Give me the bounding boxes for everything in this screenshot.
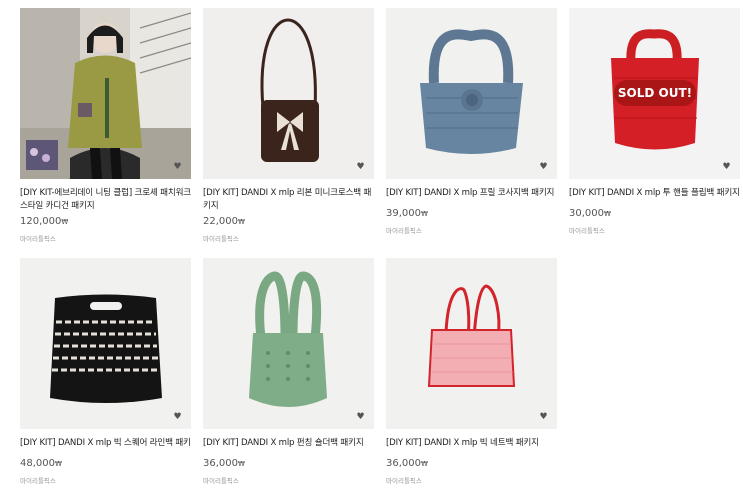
price-value: 48,000 [20,458,55,469]
product-image[interactable]: ♥ [20,258,191,429]
product-image[interactable]: ♥ [203,258,374,429]
product-card[interactable]: ♥ [DIY KIT] DANDI X mlp 빅 네트백 패키지 36,000… [386,258,557,493]
currency-symbol: ₩ [55,460,62,468]
product-card[interactable]: SOLD OUT! ♥ [DIY KIT] DANDI X mlp 투 핸들 플… [569,8,740,243]
currency-symbol: ₩ [421,460,428,468]
product-price: 120,000₩ [20,216,191,230]
price-value: 120,000 [20,216,62,227]
heart-icon[interactable]: ♥ [173,163,182,172]
product-image[interactable]: SOLD OUT! ♥ [569,8,740,179]
product-title[interactable]: [DIY KIT] DANDI X mlp 펀칭 숄더백 패키지 [203,437,374,450]
seller-name[interactable]: 마이리틀픽스 [569,225,740,235]
price-value: 39,000 [386,208,421,219]
product-price: 22,000₩ [203,216,374,230]
price-value: 36,000 [386,458,421,469]
price-value: 36,000 [203,458,238,469]
currency-symbol: ₩ [421,210,428,218]
product-title[interactable]: [DIY KIT] DANDI X mlp 투 핸들 플립백 패키지 [569,187,740,200]
heart-icon[interactable]: ♥ [356,163,365,172]
seller-name[interactable]: 마이리틀픽스 [386,475,557,485]
seller-name[interactable]: 마이리틀픽스 [203,233,374,243]
product-image[interactable]: ♥ [20,8,191,179]
heart-icon[interactable]: ♥ [539,413,548,422]
product-price: 36,000₩ [386,458,557,472]
product-price: 30,000₩ [569,208,740,222]
bag-illustration [386,8,557,179]
product-image[interactable]: ♥ [203,8,374,179]
product-title[interactable]: [DIY KIT] DANDI X mlp 프릴 코사지백 패키지 [386,187,557,200]
price-value: 22,000 [203,216,238,227]
currency-symbol: ₩ [61,218,69,226]
currency-symbol: ₩ [238,460,245,468]
product-title[interactable]: [DIY KIT] DANDI X mlp 빅 스퀘어 라인백 패키지 [20,437,191,450]
heart-icon[interactable]: ♥ [173,413,182,422]
heart-icon[interactable]: ♥ [539,163,548,172]
seller-name[interactable]: 마이리틀픽스 [20,233,191,243]
bag-illustration [203,258,374,429]
product-card[interactable]: ♥ [DIY KIT] DANDI X mlp 리본 미니크로스백 패키지 22… [203,8,374,243]
heart-icon[interactable]: ♥ [722,163,731,172]
product-image[interactable]: ♥ [386,258,557,429]
seller-name[interactable]: 마이리틀픽스 [386,225,557,235]
seller-name[interactable]: 마이리틀픽스 [20,475,191,485]
price-value: 30,000 [569,208,604,219]
product-price: 39,000₩ [386,208,557,222]
currency-symbol: ₩ [604,210,611,218]
currency-symbol: ₩ [238,218,245,226]
bag-illustration [20,258,191,429]
product-title[interactable]: [DIY KIT-에브리데이 니팅 클럽] 크로셰 패치워크 스타일 카디건 패… [20,187,191,213]
product-image[interactable]: ♥ [386,8,557,179]
product-card[interactable]: ♥ [DIY KIT] DANDI X mlp 프릴 코사지백 패키지 39,0… [386,8,557,243]
product-photo [20,8,191,179]
heart-icon[interactable]: ♥ [356,413,365,422]
product-card[interactable]: ♥ [DIY KIT] DANDI X mlp 빅 스퀘어 라인백 패키지 48… [20,258,191,493]
seller-name[interactable]: 마이리틀픽스 [203,475,374,485]
bag-illustration [203,8,374,179]
product-card[interactable]: ♥ [DIY KIT-에브리데이 니팅 클럽] 크로셰 패치워크 스타일 카디건… [20,8,191,243]
product-price: 36,000₩ [203,458,374,472]
product-card[interactable]: ♥ [DIY KIT] DANDI X mlp 펀칭 숄더백 패키지 36,00… [203,258,374,493]
product-title[interactable]: [DIY KIT] DANDI X mlp 빅 네트백 패키지 [386,437,557,450]
product-grid: ♥ [DIY KIT-에브리데이 니팅 클럽] 크로셰 패치워크 스타일 카디건… [20,8,740,493]
bag-illustration [386,258,557,429]
product-price: 48,000₩ [20,458,191,472]
sold-out-badge: SOLD OUT! [614,80,696,106]
product-title[interactable]: [DIY KIT] DANDI X mlp 리본 미니크로스백 패키지 [203,187,374,213]
